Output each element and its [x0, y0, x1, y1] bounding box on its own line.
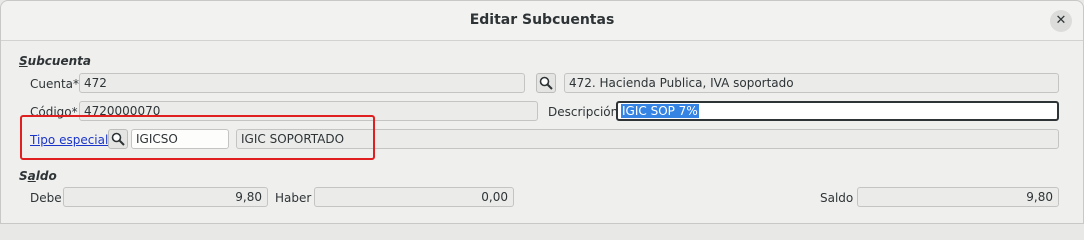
tipo-especial-description-field: IGIC SOPORTADO	[236, 129, 1059, 149]
haber-field: 0,00	[314, 187, 514, 207]
dialog-title: Editar Subcuentas	[469, 12, 615, 28]
saldo-total-label: Saldo	[820, 191, 854, 205]
cuenta-description-field: 472. Hacienda Publica, IVA soportado	[564, 73, 1059, 93]
edit-subaccount-dialog: Editar Subcuentas ✕ Subcuenta Cuenta* 47…	[0, 0, 1084, 224]
saldo-label-rest: ldo	[35, 169, 57, 183]
saldo-total-field: 9,80	[857, 187, 1059, 207]
descripcion-input[interactable]: IGIC SOP 7%	[616, 101, 1059, 121]
search-icon	[539, 76, 553, 90]
cuenta-input[interactable]: 472	[79, 73, 525, 93]
codigo-label: Código*	[30, 105, 78, 119]
tipo-especial-code-input[interactable]: IGICSO	[131, 129, 229, 149]
title-bar: Editar Subcuentas ✕	[1, 1, 1083, 41]
descripcion-selected-text: IGIC SOP 7%	[621, 104, 699, 118]
saldo-label-first: S	[19, 169, 28, 183]
subcuenta-mnemonic: S	[19, 54, 28, 68]
cuenta-search-button[interactable]	[536, 73, 556, 93]
descripcion-label: Descripción	[548, 105, 619, 119]
debe-label: Debe	[30, 191, 62, 205]
saldo-section-label: Saldo	[19, 169, 57, 183]
tipo-especial-search-button[interactable]	[108, 129, 128, 149]
close-icon[interactable]: ✕	[1050, 10, 1072, 32]
subcuenta-label-rest: ubcuenta	[27, 54, 91, 68]
subcuenta-section-label: Subcuenta	[19, 54, 91, 68]
debe-field: 9,80	[63, 187, 268, 207]
cuenta-label: Cuenta*	[30, 77, 80, 91]
tipo-especial-link[interactable]: Tipo especial	[30, 133, 108, 147]
codigo-input[interactable]: 4720000070	[79, 101, 538, 121]
search-icon	[111, 132, 125, 146]
haber-label: Haber	[275, 191, 312, 205]
saldo-mnemonic: a	[27, 169, 36, 183]
